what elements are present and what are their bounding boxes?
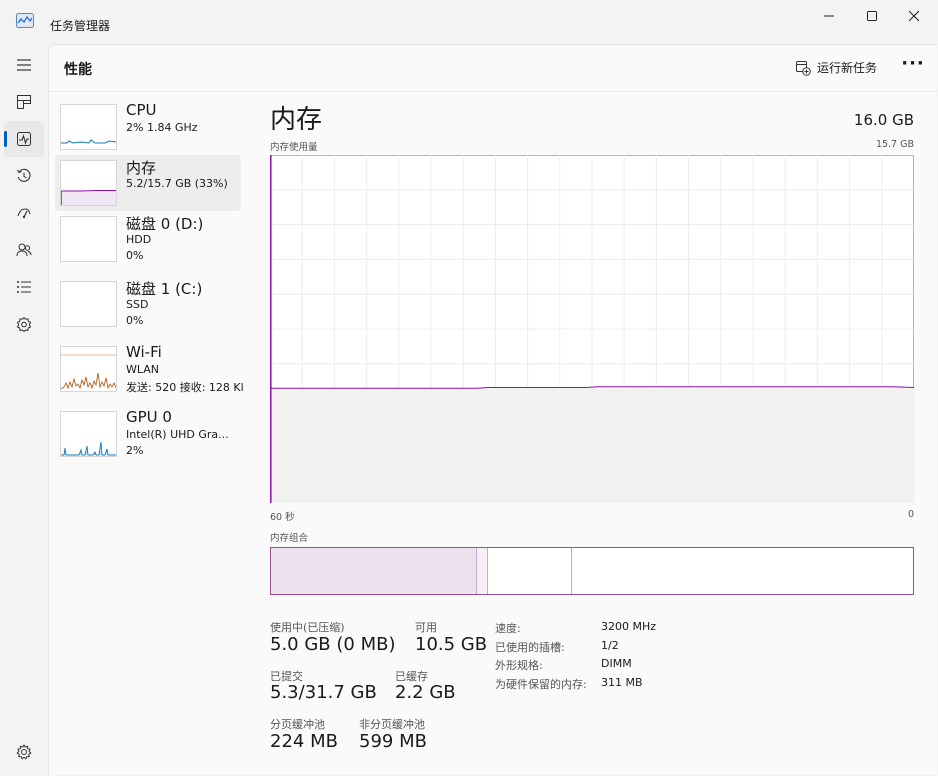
startup-apps-icon <box>17 208 31 219</box>
details-icon <box>17 281 31 293</box>
minimize-icon <box>824 15 834 17</box>
run-new-task-icon <box>796 60 811 76</box>
in-use-value: 5.0 GB (0 MB) <box>270 634 396 655</box>
nav-users[interactable] <box>4 232 44 268</box>
nav-processes[interactable] <box>4 84 44 120</box>
composition-standby <box>488 548 572 594</box>
device-item-memory[interactable]: 内存 5.2/15.7 GB (33%) <box>55 155 241 211</box>
nav-details[interactable] <box>4 269 44 305</box>
device-item-disk-1[interactable]: 磁盘 1 (C:) SSD 0% <box>55 276 241 332</box>
close-button[interactable] <box>892 0 936 32</box>
spec-speed-key: 速度: <box>495 622 521 635</box>
cpu-thumbnail-graph <box>60 104 117 150</box>
services-icon <box>16 316 32 332</box>
performance-icon <box>17 132 31 146</box>
title-bar: 任务管理器 <box>0 0 938 44</box>
more-options-icon: ··· <box>901 53 925 74</box>
more-options-button[interactable]: ··· <box>901 53 925 81</box>
device-name: 内存 <box>126 159 157 177</box>
device-name: 磁盘 1 (C:) <box>126 280 203 298</box>
device-detail: HDD <box>126 233 152 246</box>
spec-reserved-key: 为硬件保留的内存: <box>495 678 587 691</box>
close-icon <box>909 11 919 21</box>
app-title: 任务管理器 <box>50 19 111 33</box>
device-usage: 2% <box>126 444 144 457</box>
gpu-thumbnail-graph <box>60 411 117 457</box>
memory-total: 16.0 GB <box>853 111 914 129</box>
paged-pool-value: 224 MB <box>270 731 338 752</box>
device-detail: WLAN <box>126 363 160 376</box>
device-item-wifi[interactable]: Wi-Fi WLAN 发送: 520 接收: 128 Kl <box>55 341 244 397</box>
task-manager-app-icon <box>16 13 34 28</box>
nonpaged-pool-label: 非分页缓冲池 <box>359 718 425 731</box>
device-usage: 0% <box>126 314 144 327</box>
app-history-icon <box>17 168 31 182</box>
content-panel: 性能 运行新任务 ··· CPU 2% 1.84 GHz 内存 5.2/15.7… <box>48 44 937 775</box>
disk0-thumbnail-graph <box>60 216 117 262</box>
page-header: 性能 运行新任务 ··· <box>49 45 937 92</box>
nav-startup-apps[interactable] <box>4 195 44 231</box>
nonpaged-pool-value: 599 MB <box>359 731 427 752</box>
device-detail: 2% 1.84 GHz <box>126 121 198 134</box>
graph-time-end: 0 <box>907 509 914 520</box>
memory-usage-caption: 内存使用量 <box>270 142 318 153</box>
processes-icon <box>17 95 31 109</box>
cached-value: 2.2 GB <box>395 682 456 703</box>
device-detail: Intel(R) UHD Gra... <box>126 428 229 441</box>
device-item-cpu[interactable]: CPU 2% 1.84 GHz <box>55 99 241 155</box>
device-usage: 0% <box>126 249 144 262</box>
device-name: Wi-Fi <box>126 343 162 361</box>
device-detail: 5.2/15.7 GB (33%) <box>126 177 228 190</box>
device-name: GPU 0 <box>126 408 172 426</box>
nav-app-history[interactable] <box>4 158 44 194</box>
composition-in-use <box>271 548 477 594</box>
spec-speed-value: 3200 MHz <box>601 620 657 633</box>
nav-settings[interactable] <box>4 734 44 770</box>
maximize-icon <box>867 11 877 21</box>
spec-form-factor-value: DIMM <box>601 657 632 670</box>
nav-menu-toggle[interactable] <box>4 47 44 83</box>
device-throughput: 发送: 520 接收: 128 Kl <box>126 381 244 394</box>
device-item-disk-0[interactable]: 磁盘 0 (D:) HDD 0% <box>55 211 241 267</box>
paged-pool-label: 分页缓冲池 <box>270 718 325 731</box>
run-new-task-button[interactable]: 运行新任务 <box>795 59 877 76</box>
users-icon <box>16 243 32 257</box>
hamburger-menu-icon <box>17 59 31 71</box>
memory-usage-area <box>270 386 914 503</box>
memory-composition-caption: 内存组合 <box>270 533 309 544</box>
composition-modified <box>477 548 488 594</box>
memory-title: 内存 <box>270 105 323 135</box>
committed-value: 5.3/31.7 GB <box>270 682 377 703</box>
spec-reserved-value: 311 MB <box>601 676 643 689</box>
graph-time-start: 60 秒 <box>270 512 295 523</box>
minimize-button[interactable] <box>807 0 851 32</box>
settings-icon <box>16 744 32 760</box>
run-new-task-label: 运行新任务 <box>817 61 878 75</box>
spec-form-factor-key: 外形规格: <box>495 659 543 672</box>
available-label: 可用 <box>415 621 437 634</box>
device-detail: SSD <box>126 298 149 311</box>
device-name: 磁盘 0 (D:) <box>126 215 204 233</box>
page-title: 性能 <box>64 62 92 78</box>
memory-max-caption: 15.7 GB <box>875 139 914 150</box>
memory-thumbnail-graph <box>60 160 117 206</box>
nav-services[interactable] <box>4 306 44 342</box>
spec-slots-key: 已使用的插槽: <box>495 641 565 654</box>
device-item-gpu[interactable]: GPU 0 Intel(R) UHD Gra... 2% <box>55 406 241 462</box>
device-name: CPU <box>126 101 157 119</box>
maximize-button[interactable] <box>850 0 894 32</box>
spec-slots-value: 1/2 <box>601 639 619 652</box>
navigation-rail <box>0 44 48 776</box>
memory-composition-bar <box>270 547 914 595</box>
wifi-thumbnail-graph <box>60 346 117 392</box>
disk1-thumbnail-graph <box>60 281 117 327</box>
in-use-label: 使用中(已压缩) <box>270 621 345 634</box>
memory-usage-graph <box>270 155 914 503</box>
available-value: 10.5 GB <box>415 634 488 655</box>
nav-performance[interactable] <box>4 121 44 157</box>
